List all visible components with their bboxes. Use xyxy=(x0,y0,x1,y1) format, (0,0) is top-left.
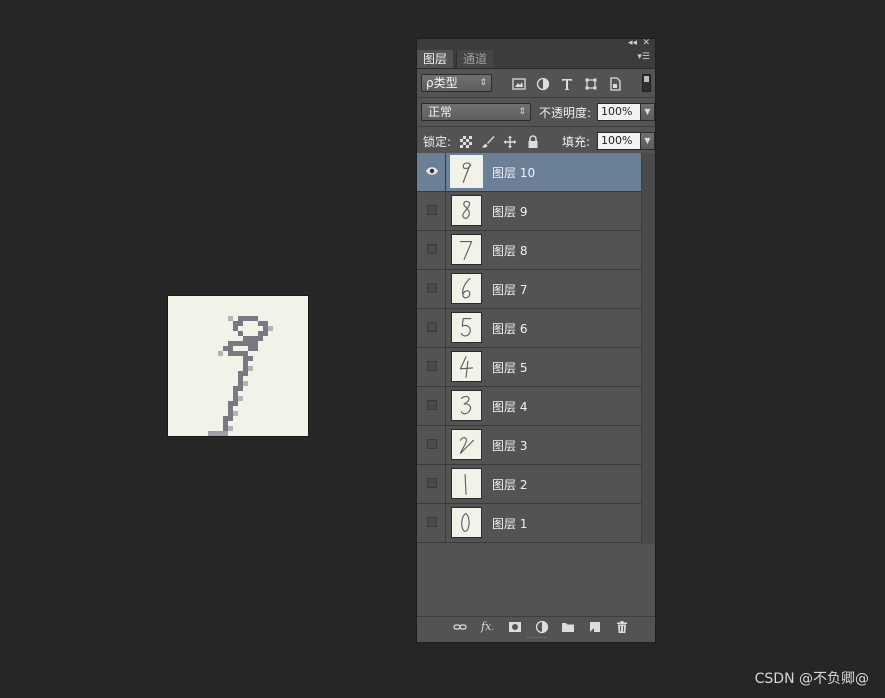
fx-icon[interactable]: fx. xyxy=(481,620,495,634)
layer-name[interactable]: 图层 3 xyxy=(492,437,527,454)
layer-row[interactable]: 图层 3 xyxy=(417,426,641,465)
layer-row[interactable]: 图层 5 xyxy=(417,348,641,387)
filter-type-select[interactable]: ρ类型 ⇕ xyxy=(421,74,492,92)
visibility-empty-box xyxy=(427,361,437,371)
visibility-toggle[interactable] xyxy=(417,504,446,542)
panel-tabs: 图层 通道 ▾☰ xyxy=(417,50,655,69)
layer-name[interactable]: 图层 8 xyxy=(492,242,527,259)
visibility-empty-box xyxy=(427,439,437,449)
layer-thumbnail[interactable] xyxy=(451,429,482,460)
layer-name[interactable]: 图层 6 xyxy=(492,320,527,337)
folder-icon[interactable] xyxy=(561,620,575,634)
lock-position-move-icon[interactable] xyxy=(503,135,517,149)
tab-layers[interactable]: 图层 xyxy=(417,50,454,68)
visibility-toggle[interactable] xyxy=(417,231,446,269)
panel-titlebar: ◂◂ ✕ xyxy=(417,38,655,50)
visibility-empty-box xyxy=(427,283,437,293)
panel-menu-icon[interactable]: ▾☰ xyxy=(637,52,650,62)
visibility-empty-box xyxy=(427,478,437,488)
type-filter-icon[interactable] xyxy=(560,77,574,91)
lock-all-icon[interactable] xyxy=(526,135,540,149)
chevron-updown-icon: ⇕ xyxy=(479,78,487,88)
visibility-toggle[interactable] xyxy=(417,465,446,503)
layer-name[interactable]: 图层 4 xyxy=(492,398,527,415)
layer-thumbnail[interactable] xyxy=(451,390,482,421)
layer-thumbnail[interactable] xyxy=(451,351,482,382)
adjustment-filter-icon[interactable] xyxy=(536,77,550,91)
chevron-updown-icon: ⇕ xyxy=(518,107,526,117)
layer-thumbnail[interactable] xyxy=(451,195,482,226)
layers-scrollbar[interactable] xyxy=(641,153,655,544)
layer-row[interactable]: 图层 1 xyxy=(417,504,641,543)
layer-row[interactable]: 图层 6 xyxy=(417,309,641,348)
visibility-empty-box xyxy=(427,205,437,215)
fill-input[interactable]: 100% xyxy=(597,132,641,150)
lock-pixels-brush-icon[interactable] xyxy=(481,135,495,149)
visibility-empty-box xyxy=(427,322,437,332)
layer-name[interactable]: 图层 7 xyxy=(492,281,527,298)
layer-row[interactable]: 图层 2 xyxy=(417,465,641,504)
visibility-toggle[interactable] xyxy=(417,387,446,425)
layer-row[interactable]: 图层 9 xyxy=(417,192,641,231)
trash-icon[interactable] xyxy=(615,620,629,634)
tab-channels[interactable]: 通道 xyxy=(456,50,494,68)
layer-name[interactable]: 图层 10 xyxy=(492,164,535,181)
opacity-label: 不透明度: xyxy=(539,106,592,120)
layer-row[interactable]: 图层 7 xyxy=(417,270,641,309)
resize-grip[interactable] xyxy=(527,637,547,640)
image-filter-icon[interactable] xyxy=(512,77,526,91)
visibility-toggle[interactable] xyxy=(417,309,446,347)
filter-type-label: ρ类型 xyxy=(426,76,458,90)
lock-row: 锁定: 填充: 100% ▼ xyxy=(417,127,655,156)
lock-label: 锁定: xyxy=(423,135,452,149)
layer-row[interactable]: 图层 4 xyxy=(417,387,641,426)
layer-name[interactable]: 图层 1 xyxy=(492,515,527,532)
shape-filter-icon[interactable] xyxy=(584,77,598,91)
mask-icon[interactable] xyxy=(508,620,522,634)
watermark: CSDN @不负卿@ xyxy=(754,671,869,687)
chevron-down-icon[interactable]: ▼ xyxy=(641,103,655,121)
layer-thumbnail[interactable] xyxy=(451,312,482,343)
blend-row: 正常 ⇕ 不透明度: 100% ▼ xyxy=(417,98,655,127)
layers-panel: ◂◂ ✕ 图层 通道 ▾☰ ρ类型 ⇕ 正常 ⇕ 不透明度: 100% ▼ 锁定… xyxy=(416,38,656,643)
canvas-image xyxy=(168,296,308,436)
fill-label: 填充: xyxy=(562,135,591,149)
close-icon[interactable]: ✕ xyxy=(642,38,650,49)
visibility-toggle[interactable] xyxy=(417,348,446,386)
opacity-input[interactable]: 100% xyxy=(597,103,641,121)
blend-mode-value: 正常 xyxy=(428,105,453,119)
smart-object-filter-icon[interactable] xyxy=(608,77,622,91)
layer-row[interactable]: 图层 8 xyxy=(417,231,641,270)
link-icon[interactable] xyxy=(453,620,467,634)
new-layer-icon[interactable] xyxy=(588,620,602,634)
layer-thumbnail[interactable] xyxy=(451,468,482,499)
visibility-toggle[interactable] xyxy=(417,426,446,464)
layer-thumbnail[interactable] xyxy=(450,155,483,188)
layers-list: 图层 10 图层 9 图层 8 图层 7 图层 6 图层 5 图层 4 图层 3 图层 2 图层 … xyxy=(417,153,641,544)
layer-name[interactable]: 图层 2 xyxy=(492,476,527,493)
lock-transparent-icon[interactable] xyxy=(459,135,473,149)
filter-row: ρ类型 ⇕ xyxy=(417,69,655,98)
visibility-toggle[interactable] xyxy=(417,270,446,308)
eye-icon xyxy=(426,167,438,175)
visibility-empty-box xyxy=(427,517,437,527)
adjustment-icon[interactable] xyxy=(535,620,549,634)
layer-name[interactable]: 图层 9 xyxy=(492,203,527,220)
blend-mode-select[interactable]: 正常 ⇕ xyxy=(421,103,531,121)
chevron-down-icon[interactable]: ▼ xyxy=(641,132,655,150)
collapse-icon[interactable]: ◂◂ xyxy=(628,38,637,49)
filter-toggle-switch[interactable] xyxy=(642,74,651,92)
visibility-empty-box xyxy=(427,400,437,410)
layer-thumbnail[interactable] xyxy=(451,273,482,304)
layer-row[interactable]: 图层 10 xyxy=(417,153,641,192)
layer-thumbnail[interactable] xyxy=(451,507,482,538)
visibility-toggle[interactable] xyxy=(417,192,446,230)
layer-thumbnail[interactable] xyxy=(451,234,482,265)
layer-name[interactable]: 图层 5 xyxy=(492,359,527,376)
panel-footer: fx. xyxy=(417,616,655,642)
visibility-empty-box xyxy=(427,244,437,254)
visibility-toggle[interactable] xyxy=(417,153,446,191)
